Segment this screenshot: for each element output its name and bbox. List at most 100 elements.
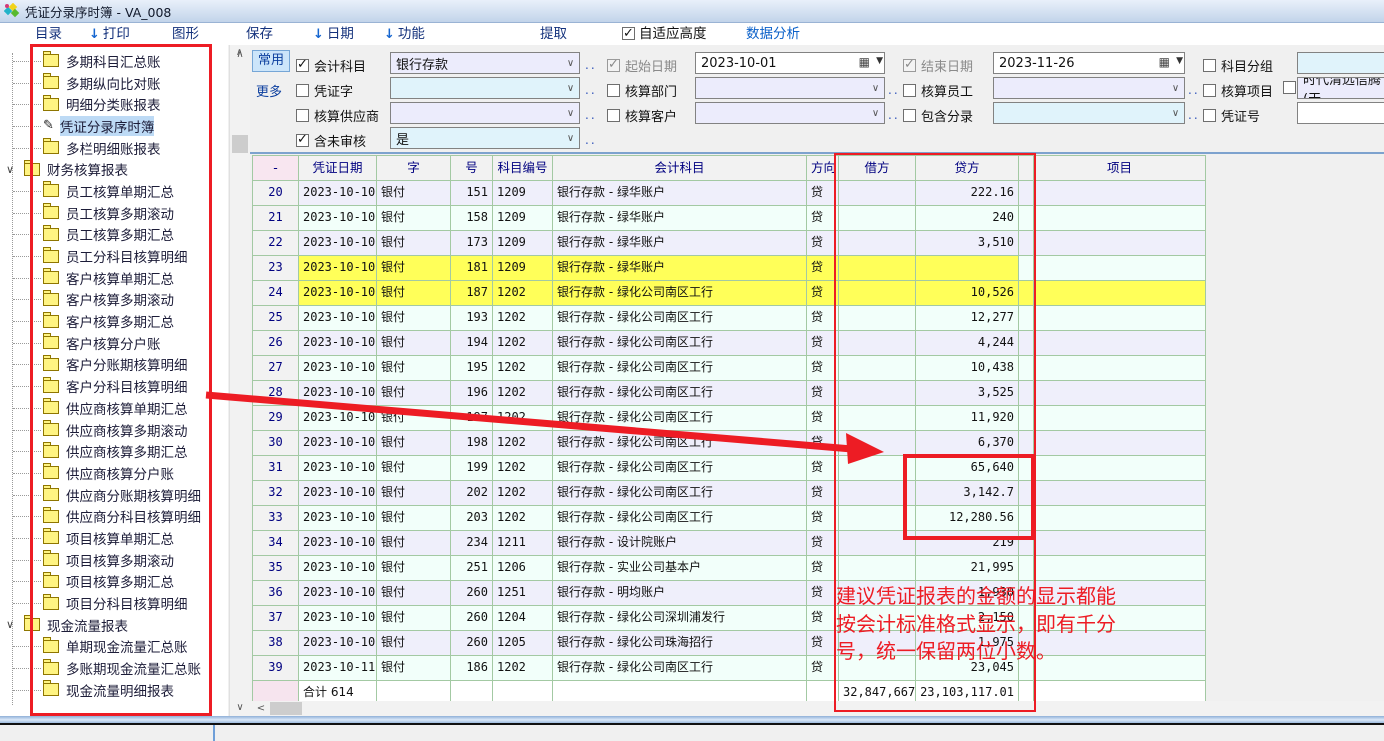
include-entries-select[interactable]: ∨ [993,102,1185,124]
filter-end-date[interactable]: 结束日期 [903,56,973,75]
chevron-down-icon[interactable]: ∨ [562,103,579,123]
cell[interactable]: 银付 [377,281,451,306]
cell[interactable]: 2023-10-10 [299,306,377,331]
cell[interactable]: 贷 [807,631,839,656]
cell[interactable]: 银付 [377,356,451,381]
cell[interactable] [1019,256,1034,281]
table-row[interactable]: 282023-10-10银付1961202银行存款 - 绿化公司南区工行贷3,5… [253,381,1206,406]
cell[interactable]: 240 [916,206,1019,231]
cell[interactable]: 贷 [807,531,839,556]
row-number-cell[interactable]: 28 [253,381,299,406]
cell[interactable]: 银行存款 - 绿化公司南区工行 [553,356,807,381]
cell[interactable] [1034,631,1206,656]
tree-item[interactable]: 项目核算多期汇总 [0,571,228,593]
cell[interactable] [1019,206,1034,231]
tree-item[interactable]: 员工核算单期汇总 [0,180,228,202]
era-option-field[interactable]: 时代清远信腾(天 [1297,77,1384,99]
cell[interactable]: 2023-10-10 [299,281,377,306]
table-row[interactable]: 272023-10-10银付1951202银行存款 - 绿化公司南区工行贷10,… [253,356,1206,381]
cell[interactable]: 贷 [807,381,839,406]
filter-accounting-subject[interactable]: 会计科目 [296,56,366,75]
cell[interactable]: 银行存款 - 绿化公司南区工行 [553,331,807,356]
tree-item[interactable]: 供应商分科目核算明细 [0,505,228,527]
cell[interactable] [1019,381,1034,406]
cell[interactable]: 银付 [377,631,451,656]
cell[interactable] [839,506,916,531]
cell[interactable]: 2023-10-10 [299,431,377,456]
cell[interactable]: 195 [451,356,493,381]
row-number-cell[interactable]: 37 [253,606,299,631]
checkbox-icon[interactable] [1203,84,1216,97]
cell[interactable] [1034,581,1206,606]
cell[interactable]: 2023-10-10 [299,581,377,606]
table-row[interactable]: 382023-10-10银付2601205银行存款 - 绿化公司珠海招行贷1,9… [253,631,1206,656]
cell[interactable]: 银行存款 - 绿化公司南区工行 [553,506,807,531]
cell[interactable]: 银付 [377,256,451,281]
table-row[interactable]: 312023-10-10银付1991202银行存款 - 绿化公司南区工行贷65,… [253,456,1206,481]
cell[interactable]: 2023-10-10 [299,181,377,206]
cell[interactable]: 1204 [493,606,553,631]
voucher-word-select[interactable]: ∨ [390,77,580,99]
cell[interactable] [839,431,916,456]
customer-select[interactable]: ∨ [695,102,885,124]
cell[interactable] [1034,306,1206,331]
checkbox-icon[interactable] [903,109,916,122]
cell[interactable]: 21,995 [916,556,1019,581]
cell[interactable]: 贷 [807,306,839,331]
cell[interactable]: 10,526 [916,281,1019,306]
row-number-cell[interactable]: 35 [253,556,299,581]
cell[interactable]: 1211 [493,531,553,556]
cell[interactable]: 1202 [493,481,553,506]
tree-item[interactable]: 项目核算单期汇总 [0,527,228,549]
tree-item[interactable]: 供应商分账期核算明细 [0,484,228,506]
table-row[interactable]: 212023-10-10银付1581209银行存款 - 绿华账户贷240 [253,206,1206,231]
row-number-cell[interactable]: 20 [253,181,299,206]
cell[interactable]: 203 [451,506,493,531]
cell[interactable]: 1,930 [916,581,1019,606]
filter-supplier[interactable]: 核算供应商 [296,106,379,125]
cell[interactable]: 银行存款 - 实业公司基本户 [553,556,807,581]
cell[interactable] [1019,606,1034,631]
cell[interactable]: 银行存款 - 绿化公司南区工行 [553,281,807,306]
menu-catalog[interactable]: 目录 [35,25,62,43]
cell[interactable]: 1202 [493,406,553,431]
cell[interactable]: 贷 [807,506,839,531]
tree-item[interactable]: 多栏明细账报表 [0,137,228,159]
table-row[interactable]: 362023-10-10银付2601251银行存款 - 明均账户贷1,930 [253,581,1206,606]
cell[interactable]: 贷 [807,331,839,356]
cell[interactable] [1034,656,1206,681]
table-row[interactable]: 222023-10-10银付1731209银行存款 - 绿华账户贷3,510 [253,231,1206,256]
cell[interactable]: 1202 [493,381,553,406]
checkbox-icon[interactable] [296,134,309,147]
cell[interactable] [1019,531,1034,556]
menu-save[interactable]: 保存 [246,25,273,43]
row-number-cell[interactable]: 31 [253,456,299,481]
cell[interactable] [1034,381,1206,406]
cell[interactable]: 贷 [807,406,839,431]
tree-item[interactable]: 明细分类账报表 [0,93,228,115]
cell[interactable]: 187 [451,281,493,306]
cell[interactable] [839,656,916,681]
cell[interactable] [1034,206,1206,231]
cell[interactable] [839,481,916,506]
cell[interactable] [1034,456,1206,481]
cell[interactable] [839,206,916,231]
filter-project[interactable]: 核算项目 [1203,81,1273,100]
cell[interactable]: 贷 [807,181,839,206]
cell[interactable] [1019,331,1034,356]
table-row[interactable]: 392023-10-11银付1861202银行存款 - 绿化公司南区工行贷23,… [253,656,1206,681]
row-number-cell[interactable]: 27 [253,356,299,381]
tree-item[interactable]: 单期现金流量汇总账 [0,636,228,658]
checkbox-icon[interactable] [903,84,916,97]
row-number-cell[interactable]: 30 [253,431,299,456]
cell[interactable]: 2023-10-10 [299,556,377,581]
cell[interactable] [1019,481,1034,506]
table-row[interactable]: 202023-10-10银付1511209银行存款 - 绿华账户贷222.16 [253,181,1206,206]
cell[interactable] [839,231,916,256]
cell[interactable]: 贷 [807,356,839,381]
tree-item[interactable]: 客户分账期核算明细 [0,354,228,376]
cell[interactable]: 银行存款 - 绿化公司南区工行 [553,306,807,331]
cell[interactable]: 2023-10-10 [299,631,377,656]
tree-item[interactable]: 员工分科目核算明细 [0,245,228,267]
cell[interactable]: 194 [451,331,493,356]
